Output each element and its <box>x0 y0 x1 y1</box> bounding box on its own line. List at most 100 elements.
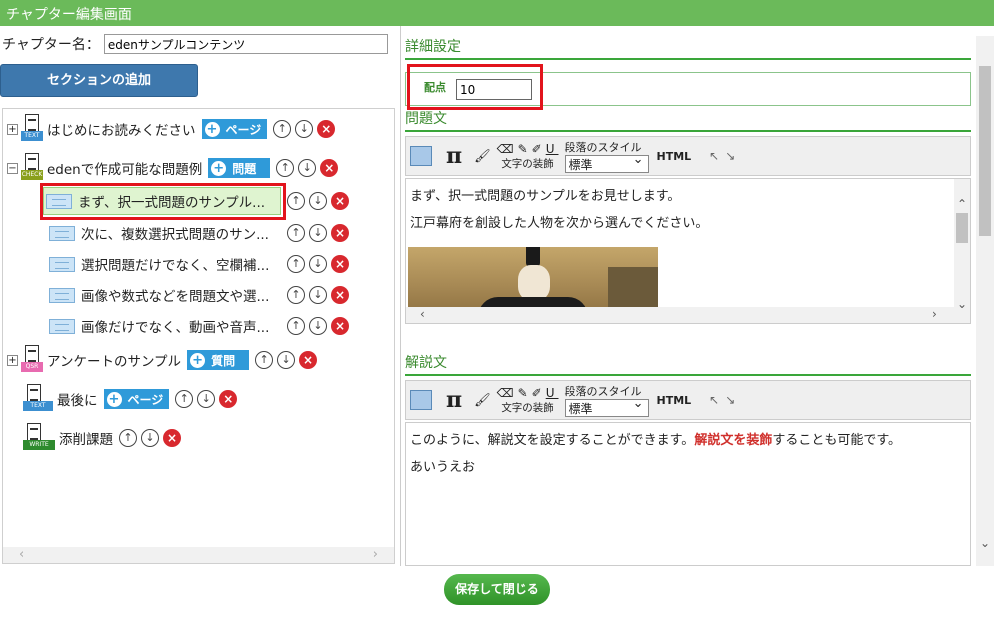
move-up-icon[interactable]: ↑ <box>287 255 305 273</box>
delete-icon[interactable]: × <box>331 255 349 273</box>
collapse-icon[interactable]: − <box>7 162 18 174</box>
window-title-bar: チャプター編集画面 <box>0 0 994 26</box>
question-editor[interactable]: まず、択一式問題のサンプルをお見せします。 江戸幕府を創設した人物を次から選んで… <box>405 178 971 324</box>
scroll-right-icon[interactable]: › <box>932 301 937 323</box>
delete-icon[interactable]: × <box>331 317 349 335</box>
delete-icon[interactable]: × <box>331 192 349 210</box>
move-up-icon[interactable]: ↑ <box>276 159 295 177</box>
question-item[interactable]: 画像だけでなく、動画や音声... ↑ ↓ × <box>49 312 349 340</box>
insert-image-icon[interactable] <box>410 390 432 410</box>
move-down-icon[interactable]: ↓ <box>309 317 327 335</box>
text-decoration-group: ⌫✎✐U 文字の装飾 <box>496 141 559 170</box>
tree-item-assignment[interactable]: WRITE 添削課題 ↑ ↓ × <box>23 423 181 453</box>
plus-icon: + <box>204 121 220 137</box>
paragraph-style-group: 段落のスタイル 標準 <box>564 383 649 417</box>
delete-icon[interactable]: × <box>299 351 318 369</box>
chapter-tree: + TEXT はじめにお読みください + ページ ↑ ↓ × − CHECK ed… <box>2 108 395 564</box>
add-question-button[interactable]: + 問題 <box>208 158 271 178</box>
scroll-right-icon[interactable]: › <box>373 547 378 562</box>
delete-icon[interactable]: × <box>331 224 349 242</box>
expand-icon[interactable]: + <box>7 123 18 135</box>
explanation-editor[interactable]: このように、解説文を設定することができます。解説文を装飾することも可能です。 あ… <box>405 422 971 566</box>
move-up-icon[interactable]: ↑ <box>287 286 305 304</box>
move-up-icon[interactable]: ↑ <box>287 224 305 242</box>
decoration-icons[interactable]: ⌫✎✐U <box>497 142 559 156</box>
move-down-icon[interactable]: ↓ <box>309 224 327 242</box>
write-doc-icon: WRITE <box>23 423 55 453</box>
question-item[interactable]: 次に、複数選択式問題のサン... ↑ ↓ × <box>49 219 349 247</box>
tree-item-last[interactable]: TEXT 最後に + ページ ↑ ↓ × <box>23 384 238 413</box>
move-up-icon[interactable]: ↑ <box>287 317 305 335</box>
add-section-button[interactable]: セクションの追加 <box>0 64 198 97</box>
move-up-icon[interactable]: ↑ <box>287 192 305 210</box>
scroll-down-icon[interactable]: ⌄ <box>980 536 990 550</box>
delete-icon[interactable]: × <box>331 286 349 304</box>
scroll-thumb[interactable] <box>979 66 991 236</box>
tree-item-label: edenで作成可能な問題例 <box>47 162 203 178</box>
paragraph-style-select[interactable]: 標準 <box>564 152 649 173</box>
move-down-icon[interactable]: ↓ <box>277 351 296 369</box>
expand-icon[interactable]: + <box>7 354 18 366</box>
survey-doc-icon: QSR <box>21 345 43 375</box>
tree-item-questions[interactable]: − CHECK edenで作成可能な問題例 + 問題 ↑ ↓ × <box>7 153 339 182</box>
question-icon <box>49 256 75 272</box>
move-up-icon[interactable]: ↑ <box>255 351 274 369</box>
decoration-icons[interactable]: ⌫✎✐U <box>497 386 559 400</box>
tree-item-survey[interactable]: + QSR アンケートのサンプル + 質問 ↑ ↓ × <box>7 345 318 375</box>
tree-horizontal-scrollbar[interactable]: ‹ › <box>3 547 394 563</box>
chapter-name-row: チャプター名： <box>2 34 388 54</box>
highlight-selected-question <box>40 183 286 220</box>
save-and-close-button[interactable]: 保存して閉じる <box>444 574 550 605</box>
scroll-left-icon[interactable]: ‹ <box>19 547 24 562</box>
brush-icon[interactable]: 🖌 <box>474 149 491 164</box>
question-item[interactable]: 画像や数式などを問題文や選... ↑ ↓ × <box>49 281 349 309</box>
paragraph-style-select[interactable]: 標準 <box>564 396 649 417</box>
tree-item-label: 添削課題 <box>59 432 113 448</box>
question-toolbar: π 🖌 ⌫✎✐U 文字の装飾 段落のスタイル 標準 HTML ↖↘ <box>405 136 971 176</box>
scroll-thumb[interactable] <box>956 213 968 243</box>
move-down-icon[interactable]: ↓ <box>309 255 327 273</box>
move-up-icon[interactable]: ↑ <box>119 429 137 447</box>
move-down-icon[interactable]: ↓ <box>309 286 327 304</box>
plus-icon: + <box>190 352 206 368</box>
move-down-icon[interactable]: ↓ <box>295 120 314 138</box>
tree-item-intro[interactable]: + TEXT はじめにお読みください + ページ ↑ ↓ × <box>7 114 336 144</box>
detail-settings-title: 詳細設定 <box>405 39 461 55</box>
left-panel: チャプター名： セクションの追加 + TEXT はじめにお読みください +ページ… <box>0 26 398 566</box>
expand-arrows-icon[interactable]: ↖↘ <box>709 393 741 407</box>
plus-icon: + <box>106 391 122 407</box>
brush-icon[interactable]: 🖌 <box>474 393 491 408</box>
move-up-icon[interactable]: ↑ <box>273 120 292 138</box>
math-formula-icon[interactable]: π <box>446 143 462 169</box>
move-down-icon[interactable]: ↓ <box>298 159 317 177</box>
question-editor-vscrollbar[interactable]: ⌃ ⌄ <box>954 179 970 323</box>
question-item[interactable]: 選択問題だけでなく、空欄補... ↑ ↓ × <box>49 250 349 278</box>
delete-icon[interactable]: × <box>317 120 336 138</box>
insert-image-icon[interactable] <box>410 146 432 166</box>
move-up-icon[interactable]: ↑ <box>175 390 194 408</box>
html-mode-button[interactable]: HTML <box>657 394 692 407</box>
html-mode-button[interactable]: HTML <box>657 150 692 163</box>
expand-arrows-icon[interactable]: ↖↘ <box>709 149 741 163</box>
page-vscrollbar[interactable]: ⌄ <box>976 36 994 566</box>
divider <box>405 58 971 60</box>
delete-icon[interactable]: × <box>320 159 339 177</box>
scroll-left-icon[interactable]: ‹ <box>420 301 425 323</box>
add-page-button[interactable]: + ページ <box>103 389 170 409</box>
add-survey-question-button[interactable]: + 質問 <box>187 350 250 370</box>
math-formula-icon[interactable]: π <box>446 387 462 413</box>
text-decoration-group: ⌫✎✐U 文字の装飾 <box>496 385 559 414</box>
add-page-button[interactable]: + ページ <box>201 119 268 139</box>
question-editor-hscrollbar[interactable]: ‹ › <box>406 307 954 323</box>
chapter-name-label: チャプター名： <box>2 37 100 53</box>
divider <box>405 130 971 132</box>
delete-icon[interactable]: × <box>219 390 238 408</box>
paragraph-style-group: 段落のスタイル 標準 <box>564 139 649 173</box>
move-down-icon[interactable]: ↓ <box>197 390 216 408</box>
chapter-name-input[interactable] <box>103 34 388 54</box>
scroll-down-icon[interactable]: ⌄ <box>957 291 967 318</box>
text-doc-icon: TEXT <box>21 114 43 144</box>
move-down-icon[interactable]: ↓ <box>141 429 159 447</box>
delete-icon[interactable]: × <box>163 429 181 447</box>
move-down-icon[interactable]: ↓ <box>309 192 327 210</box>
